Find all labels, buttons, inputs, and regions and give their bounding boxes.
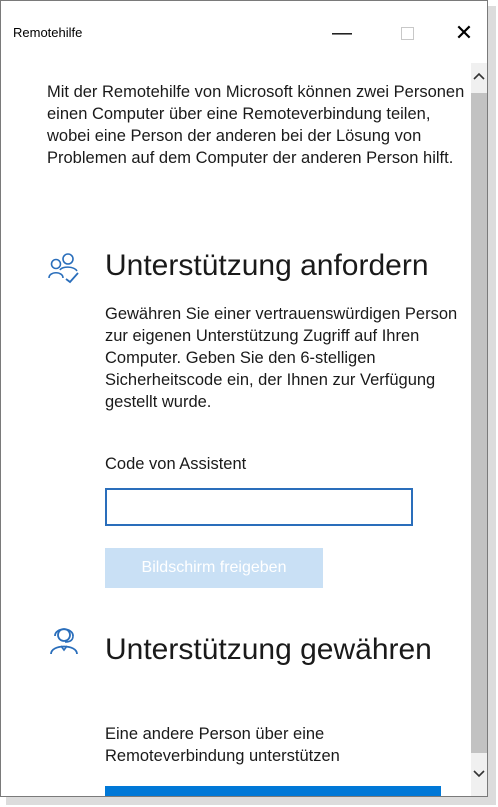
maximize-icon [400,26,414,40]
give-section-title: Unterstützung gewähren [105,633,432,666]
scroll-thumb[interactable] [471,93,487,753]
give-section-description: Eine andere Person über eine Remoteverbi… [105,725,340,765]
main-content: Mit der Remotehilfe von Microsoft können… [1,63,471,796]
assistant-code-input[interactable] [105,488,413,526]
headset-person-icon [50,628,78,655]
scroll-up-button[interactable] [471,65,487,87]
vertical-scrollbar[interactable] [471,63,487,796]
chevron-up-icon [473,72,485,80]
people-check-icon [48,253,79,284]
remote-help-window: Remotehilfe — ✕ Mit der Remotehilfe von … [0,0,488,797]
request-section-title: Unterstützung anfordern [105,249,429,282]
scroll-down-button[interactable] [471,763,487,785]
request-section-description: Gewähren Sie einer vertrauenswürdigen Pe… [105,305,458,411]
give-help-button[interactable] [105,786,441,796]
chevron-down-icon [473,770,485,778]
close-button[interactable]: ✕ [441,13,487,53]
code-label: Code von Assistent [105,455,247,473]
window-shadow-right [488,6,496,799]
window-title: Remotehilfe [13,25,83,40]
share-screen-button[interactable]: Bildschirm freigeben [105,548,323,588]
maximize-button [384,13,430,53]
close-icon: ✕ [454,20,474,46]
intro-text: Mit der Remotehilfe von Microsoft können… [47,83,465,167]
minimize-button[interactable]: — [319,13,365,53]
title-bar[interactable]: Remotehilfe — ✕ [1,1,487,63]
window-shadow-bottom [6,797,496,805]
minimize-icon: — [332,21,352,44]
